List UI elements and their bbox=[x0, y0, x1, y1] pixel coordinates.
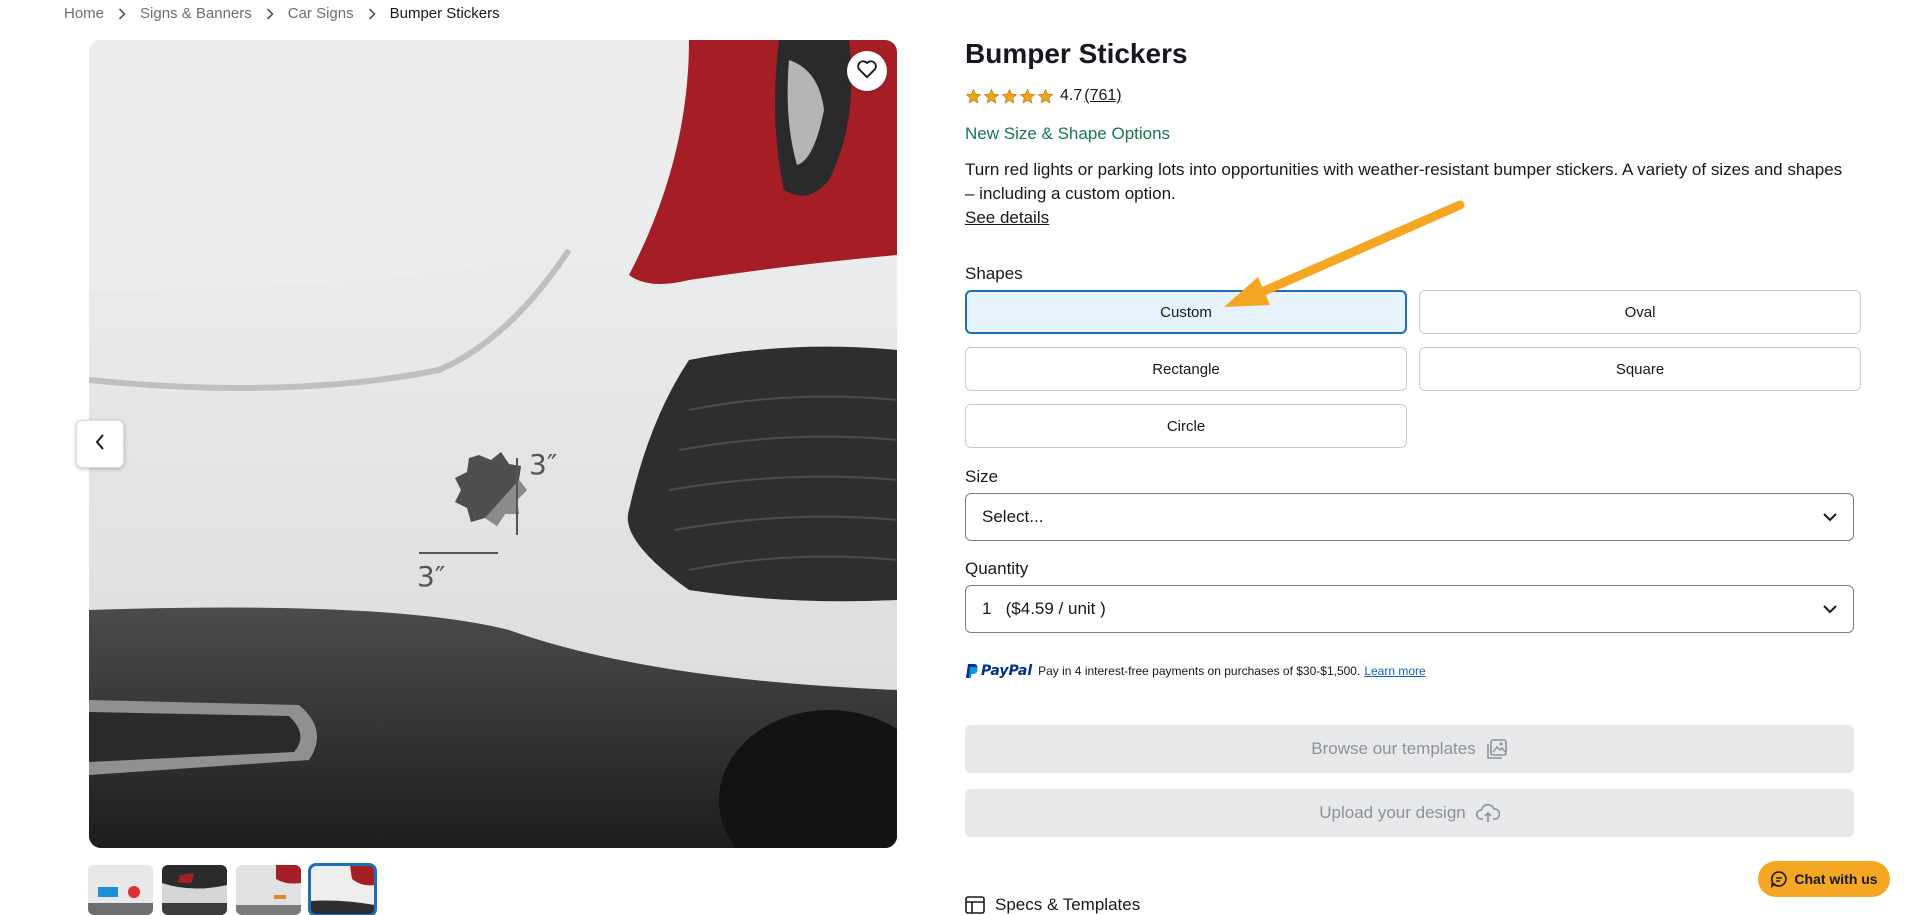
shape-option-rectangle[interactable]: Rectangle bbox=[965, 347, 1407, 391]
specs-templates-section[interactable]: Specs & Templates bbox=[965, 895, 1140, 915]
image-gallery-icon bbox=[1486, 738, 1508, 760]
chevron-left-icon bbox=[95, 433, 105, 455]
paypal-learn-more-link[interactable]: Learn more bbox=[1364, 664, 1425, 678]
thumbnail-4[interactable] bbox=[308, 863, 377, 915]
product-image[interactable]: 3″ 3″ bbox=[89, 40, 897, 848]
rating-score: 4.7 bbox=[1060, 87, 1083, 104]
product-rating: 4.7 (761) bbox=[965, 87, 1122, 105]
favorite-button[interactable] bbox=[847, 51, 887, 91]
table-icon bbox=[965, 896, 985, 914]
upload-design-label: Upload your design bbox=[1319, 803, 1466, 822]
chevron-right-icon bbox=[118, 7, 126, 20]
chevron-down-icon bbox=[1823, 507, 1837, 527]
size-select[interactable]: Select... bbox=[965, 493, 1854, 541]
star-icon bbox=[965, 88, 982, 103]
chevron-down-icon bbox=[1823, 599, 1837, 619]
chat-label: Chat with us bbox=[1794, 871, 1878, 887]
quantity-select-value: 1 ($4.59 / unit ) bbox=[982, 599, 1106, 618]
thumbnail-strip bbox=[88, 863, 377, 915]
star-icon bbox=[1001, 88, 1018, 103]
shape-option-circle[interactable]: Circle bbox=[965, 404, 1407, 448]
quantity-label: Quantity bbox=[965, 559, 1029, 578]
breadcrumb-car-signs[interactable]: Car Signs bbox=[288, 5, 354, 22]
browse-templates-button[interactable]: Browse our templates bbox=[965, 725, 1854, 773]
breadcrumb: Home Signs & Banners Car Signs Bumper St… bbox=[64, 5, 500, 22]
shape-option-oval[interactable]: Oval bbox=[1419, 290, 1861, 334]
breadcrumb-signs-banners[interactable]: Signs & Banners bbox=[140, 5, 252, 22]
shape-option-custom[interactable]: Custom bbox=[965, 290, 1407, 334]
dimension-vertical-label: 3″ bbox=[529, 448, 558, 481]
star-icon bbox=[1037, 88, 1054, 103]
size-label: Size bbox=[965, 467, 999, 486]
paypal-text: Pay in 4 interest-free payments on purch… bbox=[1038, 664, 1361, 678]
paypal-logo: PayPal bbox=[965, 663, 1032, 679]
chevron-right-icon bbox=[266, 7, 274, 20]
chat-bubble-icon bbox=[1770, 870, 1788, 888]
paypal-icon bbox=[966, 664, 978, 678]
paypal-message: PayPal Pay in 4 interest-free payments o… bbox=[965, 663, 1426, 679]
page-title: Bumper Stickers bbox=[965, 38, 1188, 69]
thumbnail-3[interactable] bbox=[236, 865, 301, 915]
product-description: Turn red lights or parking lots into opp… bbox=[965, 160, 1843, 203]
thumbnail-1[interactable] bbox=[88, 865, 153, 915]
promo-text: New Size & Shape Options bbox=[965, 124, 1171, 143]
quantity-select[interactable]: 1 ($4.59 / unit ) bbox=[965, 585, 1854, 633]
dimension-horizontal-label: 3″ bbox=[417, 560, 446, 593]
heart-icon bbox=[856, 59, 878, 84]
thumbnail-2[interactable] bbox=[162, 865, 227, 915]
star-icon bbox=[983, 88, 1000, 103]
browse-templates-label: Browse our templates bbox=[1311, 739, 1476, 758]
see-details-link[interactable]: See details bbox=[965, 208, 1049, 228]
upload-cloud-icon bbox=[1475, 803, 1500, 823]
specs-templates-label: Specs & Templates bbox=[995, 895, 1141, 914]
breadcrumb-current: Bumper Stickers bbox=[389, 5, 500, 22]
size-select-value: Select... bbox=[982, 507, 1044, 526]
star-icon bbox=[1019, 88, 1036, 103]
shapes-label: Shapes bbox=[965, 264, 1023, 283]
car-rear-image bbox=[89, 40, 897, 848]
review-count-link[interactable]: (761) bbox=[1084, 87, 1121, 105]
breadcrumb-home[interactable]: Home bbox=[64, 5, 104, 22]
upload-design-button[interactable]: Upload your design bbox=[965, 789, 1854, 837]
chat-with-us-button[interactable]: Chat with us bbox=[1758, 861, 1890, 897]
previous-image-button[interactable] bbox=[76, 420, 124, 468]
shape-option-square[interactable]: Square bbox=[1419, 347, 1861, 391]
chevron-right-icon bbox=[368, 7, 376, 20]
rating-stars bbox=[965, 88, 1054, 105]
